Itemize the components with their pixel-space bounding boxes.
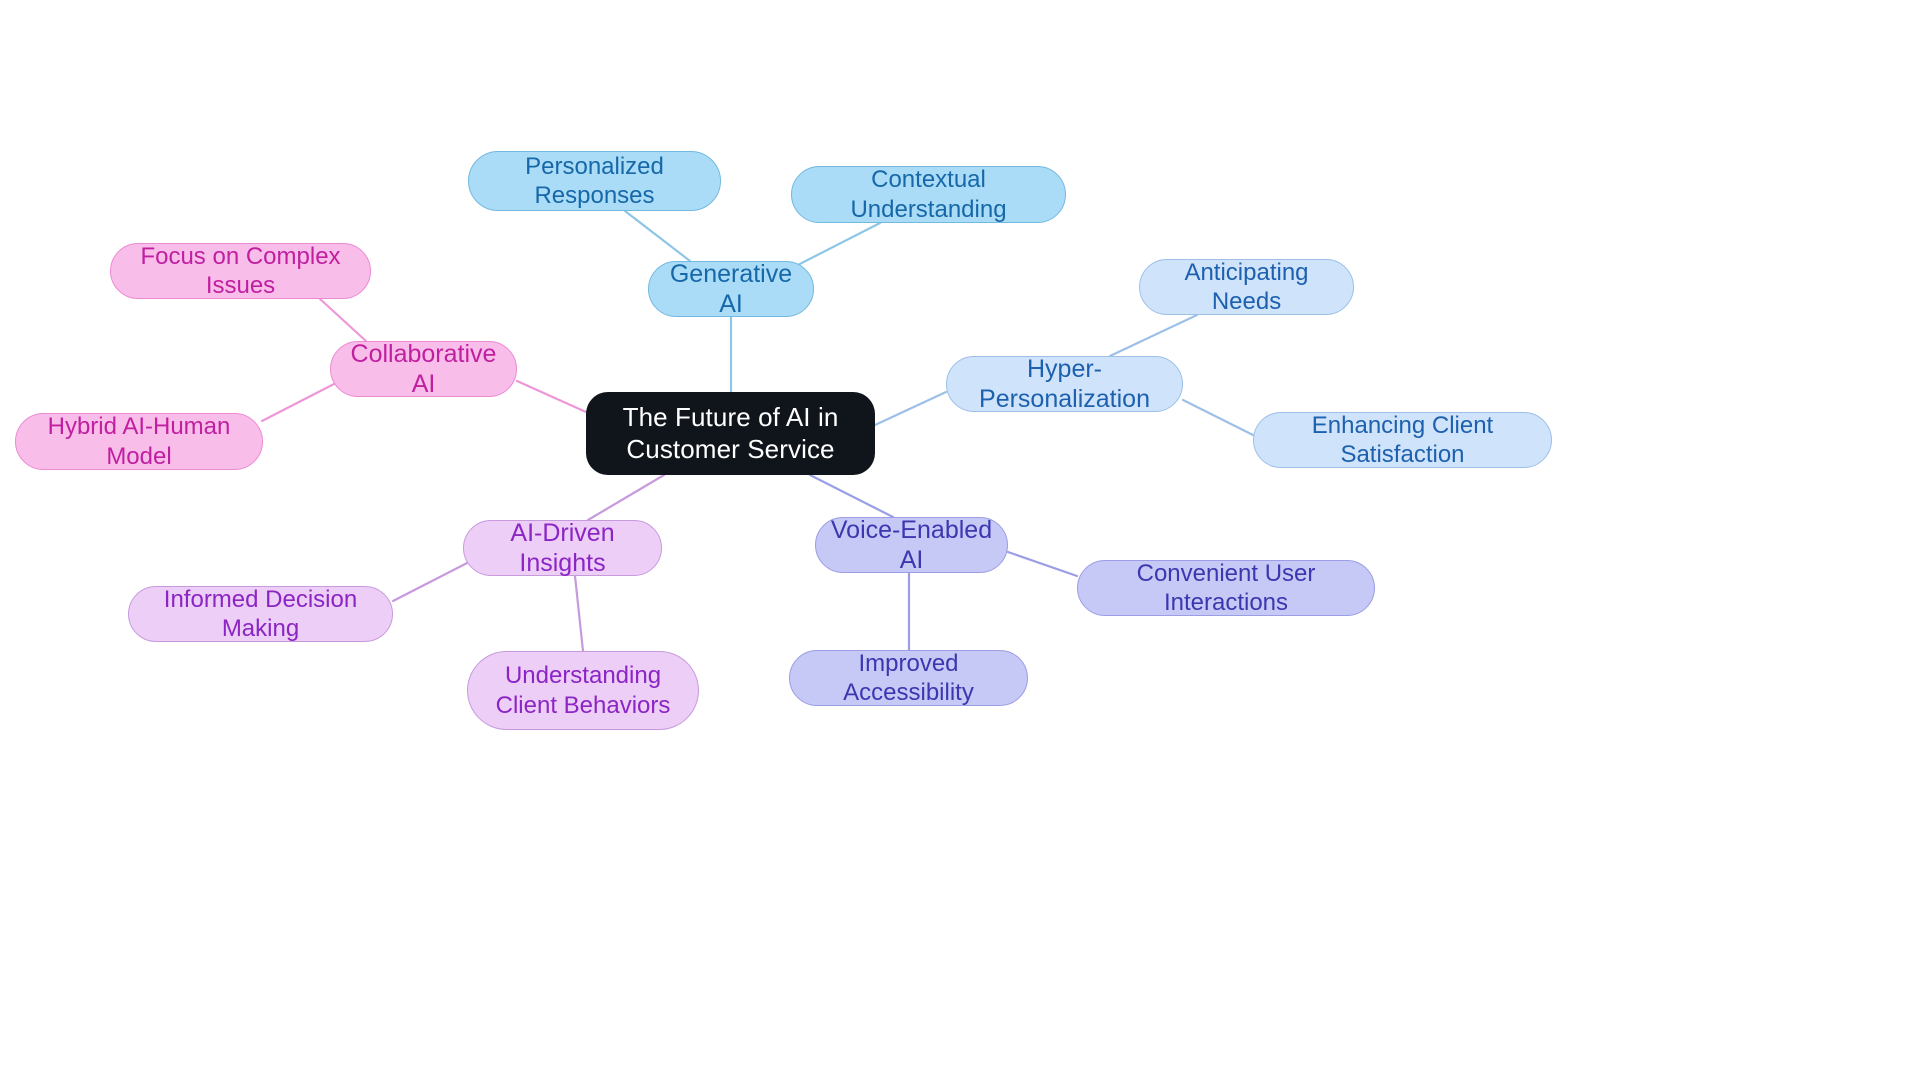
mindmap-node-anticipating-needs[interactable]: Anticipating Needs	[1139, 259, 1354, 315]
node-label: Informed Decision Making	[163, 585, 358, 642]
edge-ai-driven-insights-to-understanding-client-behaviors	[573, 574, 585, 653]
mindmap-node-ai-driven-insights[interactable]: AI-Driven Insights	[463, 518, 662, 578]
node-label: Hyper-Personalization	[979, 354, 1150, 414]
edge-hyper-personalization-to-enhancing-client-satisfaction	[1181, 398, 1255, 437]
mindmap-node-informed-decision-making[interactable]: Informed Decision Making	[128, 586, 393, 642]
mindmap-node-hyper-personalization[interactable]: Hyper-Personalization	[946, 354, 1183, 414]
edge-collaborative-ai-to-focus-on-complex-issues	[318, 297, 368, 343]
node-label: The Future of AI in Customer Service	[622, 401, 839, 464]
edge-root-to-collaborative-ai	[515, 379, 588, 414]
mindmap-canvas: The Future of AI in Customer Service Gene…	[0, 0, 1920, 1083]
node-label: Personalized Responses	[525, 152, 664, 209]
node-label: Hybrid AI-Human Model	[47, 413, 231, 470]
node-label: Collaborative AI	[350, 339, 497, 399]
node-label: Enhancing Client Satisfaction	[1311, 411, 1494, 468]
mindmap-node-personalized-responses[interactable]: Personalized Responses	[468, 151, 721, 211]
mindmap-node-focus-on-complex-issues[interactable]: Focus on Complex Issues	[110, 243, 371, 299]
edge-generative-ai-to-personalized-responses	[623, 209, 692, 263]
edge-root-to-voice-enabled-ai	[808, 473, 895, 519]
mindmap-node-enhancing-client-satisfaction[interactable]: Enhancing Client Satisfaction	[1253, 412, 1552, 468]
mindmap-node-voice-enabled-ai[interactable]: Voice-Enabled AI	[815, 515, 1008, 575]
mindmap-node-contextual-understanding[interactable]: Contextual Understanding	[791, 166, 1066, 223]
edge-root-to-hyper-personalization	[873, 390, 948, 427]
node-label: Convenient User Interactions	[1136, 559, 1316, 616]
node-label: AI-Driven Insights	[510, 518, 615, 578]
node-label: Contextual Understanding	[850, 166, 1007, 223]
mindmap-node-collaborative-ai[interactable]: Collaborative AI	[330, 339, 517, 399]
edge-generative-ai-to-contextual-understanding	[788, 221, 882, 271]
edge-root-to-ai-driven-insights	[586, 473, 666, 522]
mindmap-node-understanding-client-behaviors[interactable]: Understanding Client Behaviors	[467, 651, 699, 730]
edge-voice-enabled-ai-to-convenient-user-interactions	[1006, 550, 1079, 578]
mindmap-node-improved-accessibility[interactable]: Improved Accessibility	[789, 650, 1028, 706]
mindmap-node-generative-ai[interactable]: Generative AI	[648, 259, 814, 319]
node-label: Generative AI	[669, 259, 793, 319]
node-label: Anticipating Needs	[1184, 258, 1309, 315]
node-label: Improved Accessibility	[843, 649, 974, 706]
node-label: Focus on Complex Issues	[140, 242, 341, 299]
mindmap-node-root[interactable]: The Future of AI in Customer Service	[586, 392, 875, 475]
node-label: Understanding Client Behaviors	[495, 662, 671, 719]
edge-ai-driven-insights-to-informed-decision-making	[391, 559, 473, 603]
mindmap-node-hybrid-ai-human-model[interactable]: Hybrid AI-Human Model	[15, 413, 263, 470]
edge-collaborative-ai-to-hybrid-ai-human-model	[260, 382, 336, 423]
edge-hyper-personalization-to-anticipating-needs	[1108, 313, 1199, 358]
node-label: Voice-Enabled AI	[830, 515, 993, 575]
mindmap-node-convenient-user-interactions[interactable]: Convenient User Interactions	[1077, 560, 1375, 616]
